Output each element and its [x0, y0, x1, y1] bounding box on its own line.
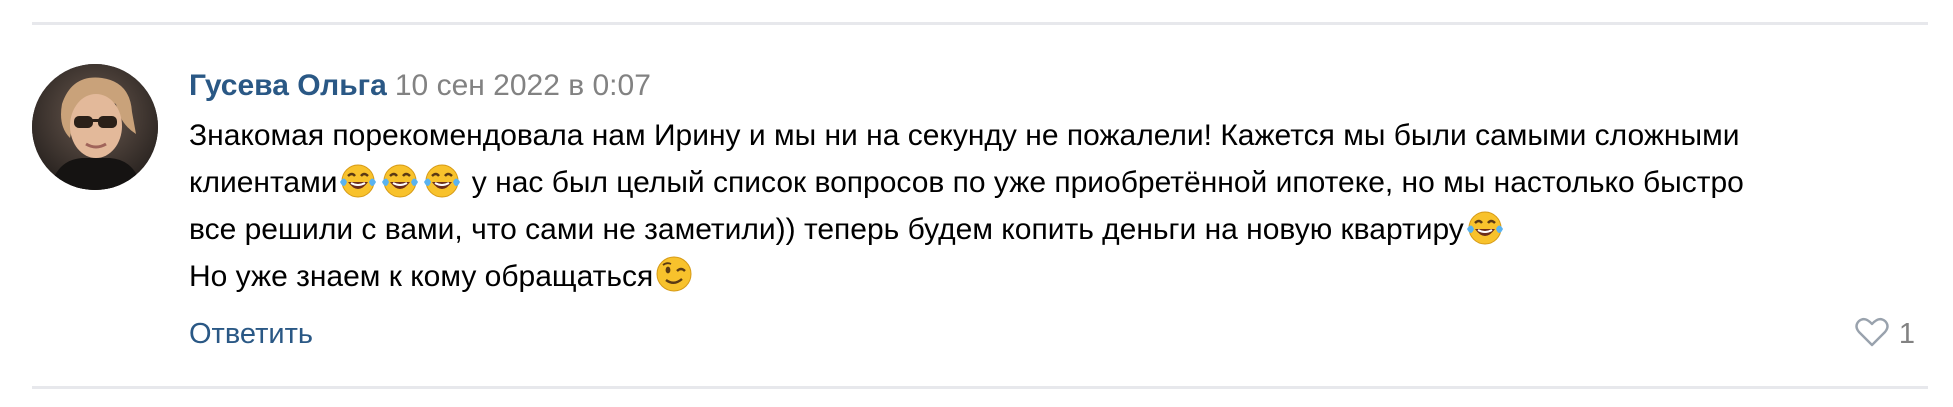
text-line-4-content: Но уже знаем к кому обращаться	[189, 260, 654, 293]
comment-header: Гусева Ольга 10 сен 2022 в 0:07	[189, 66, 651, 106]
author-name[interactable]: Гусева Ольга	[189, 69, 387, 102]
text-line-2: клиентами у нас был целый список вопросо…	[189, 159, 1919, 206]
text-line-1-content: Знакомая порекомендовала нам Ирину и мы …	[189, 119, 1740, 152]
text-line-1: Знакомая порекомендовала нам Ирину и мы …	[189, 112, 1919, 159]
like-button[interactable]: 1	[1855, 312, 1915, 356]
like-count: 1	[1898, 317, 1915, 350]
winking-face-emoji-icon	[654, 254, 694, 294]
heart-outline-icon	[1855, 317, 1889, 352]
text-line-3: все решили с вами, что сами не заметили)…	[189, 206, 1919, 253]
reply-button[interactable]: Ответить	[189, 314, 313, 354]
comment-date[interactable]: 10 сен 2022 в 0:07	[395, 69, 651, 102]
text-line-3-content: все решили с вами, что сами не заметили)…	[189, 213, 1464, 246]
text-line-4: Но уже знаем к кому обращаться	[189, 253, 1919, 300]
text-line-2-start: клиентами	[189, 166, 338, 199]
avatar[interactable]	[32, 64, 158, 190]
comment-text: Знакомая порекомендовала нам Ирину и мы …	[189, 112, 1919, 300]
text-line-2-rest: у нас был целый список вопросов по уже п…	[463, 166, 1744, 199]
bottom-divider	[32, 386, 1928, 389]
top-divider	[32, 22, 1928, 25]
tears-of-joy-emoji-icon	[422, 160, 462, 200]
tears-of-joy-emoji-icon	[338, 160, 378, 200]
tears-of-joy-emoji-icon	[1465, 207, 1505, 247]
tears-of-joy-emoji-icon	[380, 160, 420, 200]
avatar-photo	[32, 64, 158, 190]
